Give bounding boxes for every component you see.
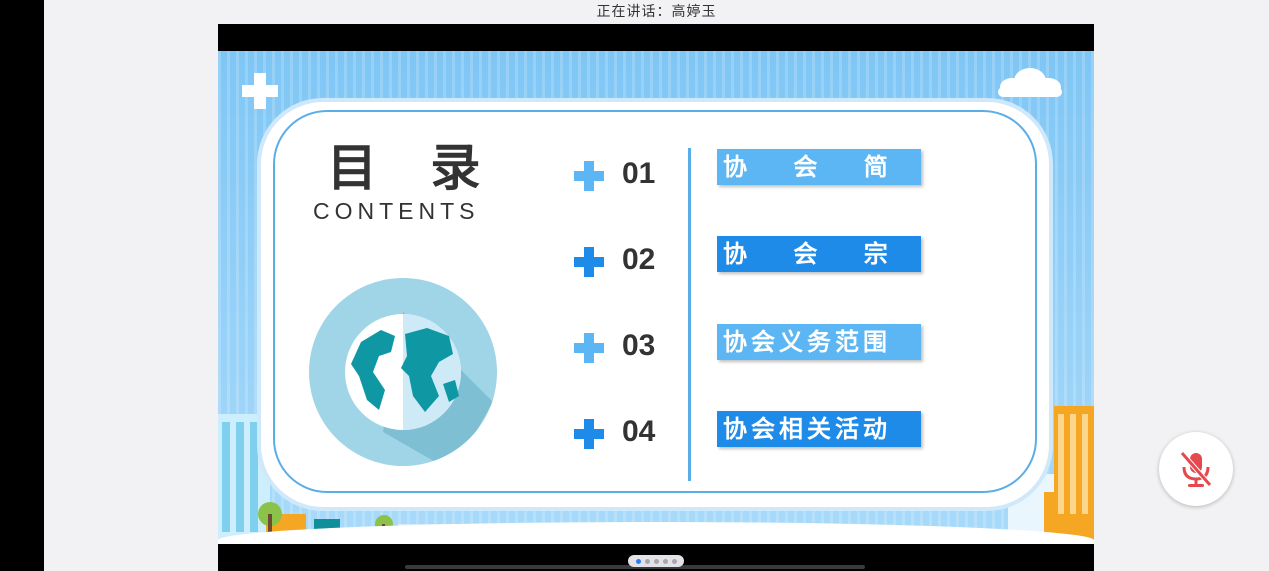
page-dot-2[interactable]	[644, 558, 650, 564]
page-dot-3[interactable]	[653, 558, 659, 564]
page-dot-5[interactable]	[671, 558, 677, 564]
left-black-bar	[0, 0, 44, 571]
mute-microphone-button[interactable]	[1159, 432, 1233, 506]
speaking-indicator: 正在讲话：高婷玉	[596, 4, 717, 20]
shared-screen[interactable]: 目 录 CONTENTS 01 协 会 简 介 02 协 会 宗 旨 03 协会…	[218, 24, 1094, 571]
plus-icon-1	[574, 161, 604, 191]
presentation-slide: 目 录 CONTENTS 01 协 会 简 介 02 协 会 宗 旨 03 协会…	[218, 51, 1094, 544]
globe-icon	[309, 278, 497, 466]
toc-item-2: 协 会 宗 旨	[717, 236, 921, 304]
page-dot-4[interactable]	[662, 558, 668, 564]
column-divider	[688, 148, 691, 481]
item-number-3: 03	[622, 329, 656, 362]
item-number-2: 02	[622, 243, 656, 276]
item-number-4: 04	[622, 415, 656, 448]
toc-item-1: 协 会 简 介	[717, 149, 921, 217]
plus-icon-3	[574, 333, 604, 363]
slide-subtitle: CONTENTS	[313, 198, 480, 224]
page-dot-1[interactable]	[635, 558, 641, 564]
slide-title: 目 录	[327, 139, 499, 197]
toc-item-3: 协会义务范围	[717, 324, 921, 360]
plus-icon-4	[574, 419, 604, 449]
contents-card: 目 录 CONTENTS 01 协 会 简 介 02 协 会 宗 旨 03 协会…	[261, 102, 1049, 507]
mic-muted-icon	[1180, 451, 1212, 487]
item-number-1: 01	[622, 157, 656, 190]
plus-decoration-icon	[242, 73, 278, 109]
plus-icon-2	[574, 247, 604, 277]
toc-item-4: 协会相关活动	[717, 411, 921, 447]
page-indicator[interactable]	[628, 555, 684, 567]
cloud-decoration-icon	[998, 68, 1062, 97]
